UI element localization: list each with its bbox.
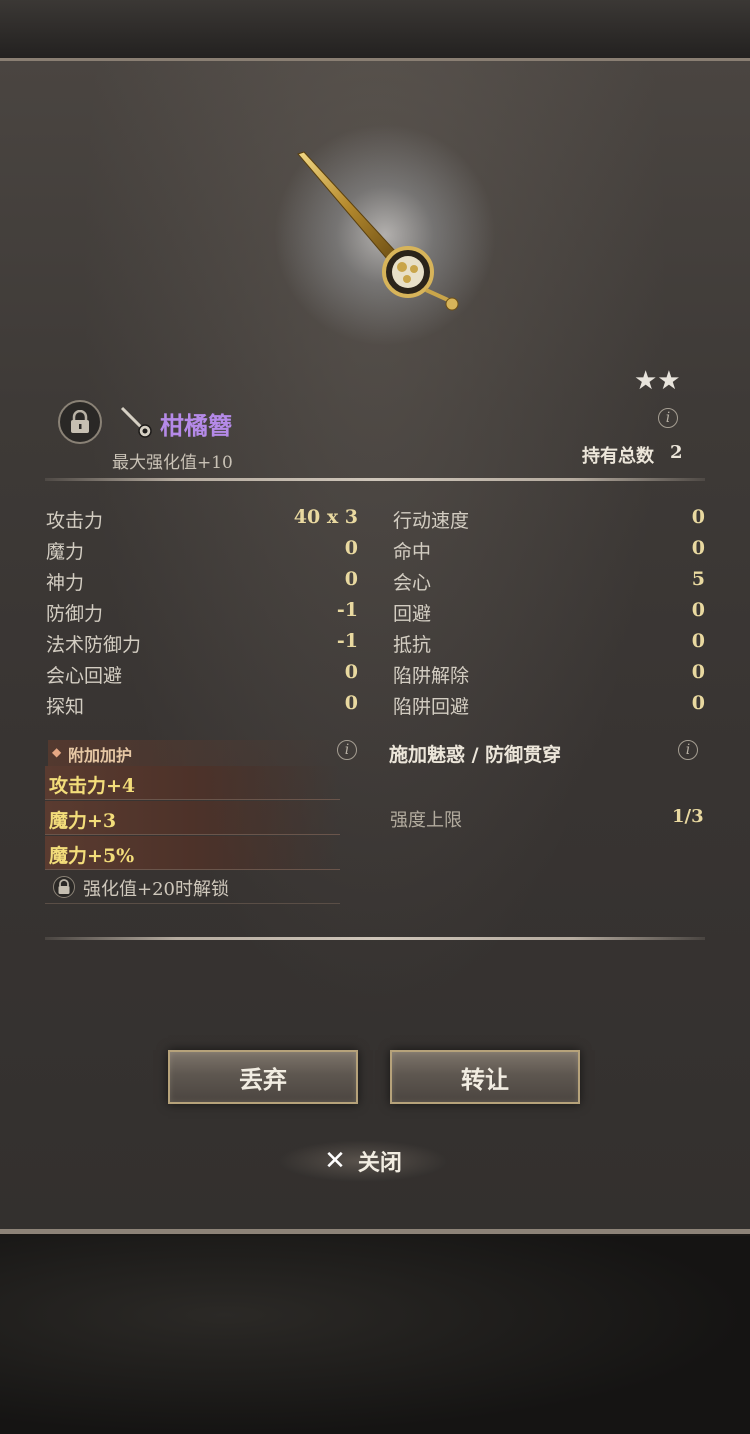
enchant-item: 魔力+5% (45, 836, 340, 870)
enchant-locked-slot: 强化值+20时解锁 (45, 870, 340, 904)
divider-top (45, 478, 705, 481)
stat-row: 行动速度 0 (393, 506, 705, 536)
stat-value: 0 (691, 661, 705, 683)
stat-value: 0 (691, 692, 705, 714)
background-top (0, 0, 750, 58)
stat-label: 陷阱解除 (393, 665, 470, 687)
enchant-item-text: 魔力+5% (49, 845, 135, 867)
stat-value: 0 (691, 630, 705, 652)
lock-icon (71, 410, 89, 433)
close-button[interactable]: ✕ 关闭 (278, 1140, 448, 1182)
rarity-stars: ★★ (634, 366, 681, 396)
close-label: 关闭 (357, 1150, 402, 1176)
enchant-title: 附加加护 (68, 746, 133, 765)
stat-value: -1 (336, 630, 358, 652)
stat-value: 0 (691, 537, 705, 559)
stat-value: 0 (691, 506, 705, 528)
stat-label: 会心 (393, 572, 432, 594)
transfer-button[interactable]: 转让 (390, 1050, 580, 1104)
stat-row: 陷阱回避 0 (393, 692, 705, 722)
stat-row: 魔力 0 (46, 537, 358, 567)
stat-value: 0 (344, 537, 358, 559)
stat-label: 抵抗 (393, 634, 432, 656)
stat-label: 会心回避 (46, 665, 123, 687)
stat-row: 回避 0 (393, 599, 705, 629)
stat-value: 0 (691, 599, 705, 621)
stat-label: 命中 (393, 541, 432, 563)
stat-row: 会心 5 (393, 568, 705, 598)
stat-label: 探知 (46, 696, 85, 718)
divider-bottom (45, 937, 705, 940)
stat-row: 探知 0 (46, 692, 358, 722)
item-type-icon (120, 406, 152, 438)
stat-value: 0 (344, 568, 358, 590)
enchant-item: 攻击力+4 (45, 766, 340, 800)
background-bottom (0, 1236, 750, 1434)
stat-label: 攻击力 (46, 510, 104, 532)
charm-info-icon[interactable]: i (678, 740, 698, 760)
owned-count-label: 持有总数 (582, 446, 654, 467)
stat-row: 法术防御力 -1 (46, 630, 358, 660)
stat-label: 防御力 (46, 603, 104, 625)
enchant-item: 魔力+3 (45, 801, 340, 835)
stat-value: 0 (344, 692, 358, 714)
stat-label: 魔力 (46, 541, 85, 563)
owned-count-value: 2 (670, 442, 683, 463)
stat-value: -1 (336, 599, 358, 621)
lock-icon (53, 876, 75, 898)
diamond-icon: ◆ (52, 745, 62, 759)
stat-label: 法术防御力 (46, 634, 142, 656)
item-name: 柑橘簪 (160, 411, 232, 440)
max-enhance-value: 最大强化值+10 (112, 453, 233, 473)
stat-label: 神力 (46, 572, 85, 594)
stat-label: 陷阱回避 (393, 696, 470, 718)
stat-value: 40 x 3 (293, 506, 358, 528)
strength-limit-label: 强度上限 (390, 810, 462, 831)
stat-row: 会心回避 0 (46, 661, 358, 691)
lock-button[interactable] (58, 400, 102, 444)
enchant-item-text: 魔力+3 (49, 810, 117, 832)
charm-title: 施加魅惑 / 防御贯穿 (389, 744, 562, 766)
enchant-info-icon[interactable]: i (337, 740, 357, 760)
stat-row: 攻击力 40 x 3 (46, 506, 358, 536)
stat-value: 0 (344, 661, 358, 683)
hairpin-icon (297, 151, 459, 311)
stat-value: 5 (691, 568, 705, 590)
stat-row: 命中 0 (393, 537, 705, 567)
discard-button[interactable]: 丢弃 (168, 1050, 358, 1104)
stat-label: 行动速度 (393, 510, 470, 532)
enchant-item-text: 攻击力+4 (49, 775, 136, 797)
stat-label: 回避 (393, 603, 432, 625)
stat-row: 陷阱解除 0 (393, 661, 705, 691)
close-icon: ✕ (324, 1146, 346, 1176)
stat-row: 防御力 -1 (46, 599, 358, 629)
stat-row: 神力 0 (46, 568, 358, 598)
item-info-icon[interactable]: i (658, 408, 678, 428)
enchant-locked-text: 强化值+20时解锁 (83, 879, 229, 900)
stat-row: 抵抗 0 (393, 630, 705, 660)
strength-limit-value: 1/3 (672, 806, 704, 827)
